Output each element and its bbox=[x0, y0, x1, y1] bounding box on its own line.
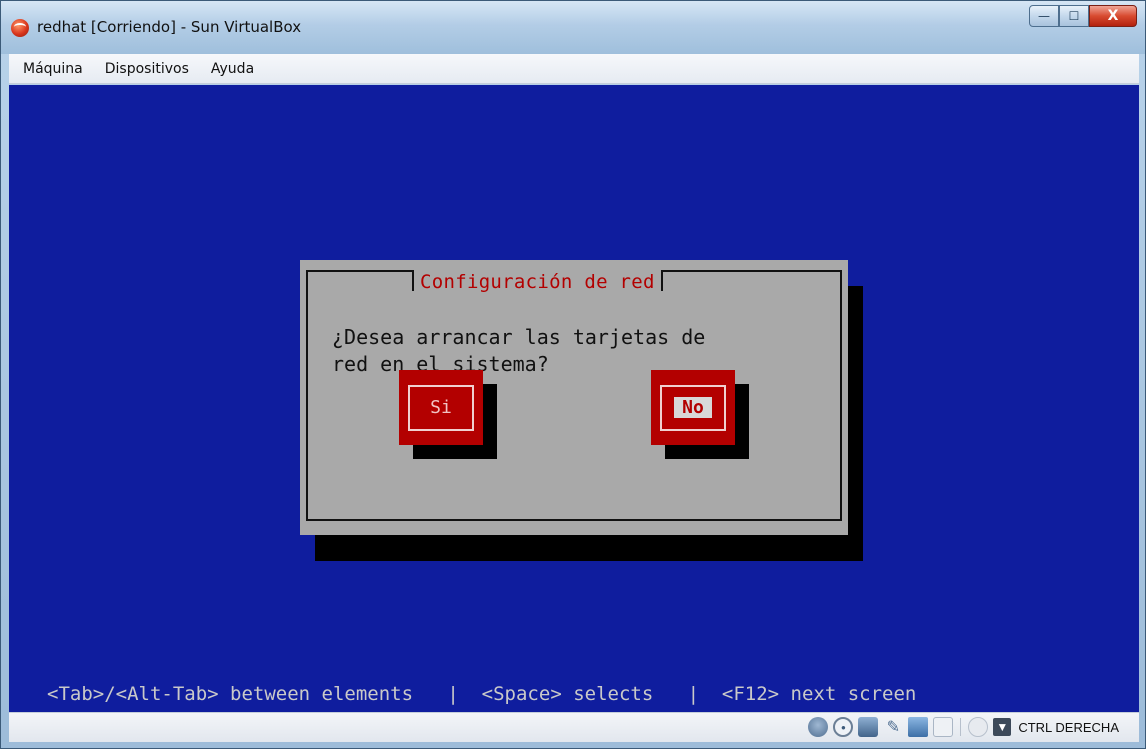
yes-button-label: Si bbox=[430, 397, 452, 418]
no-button[interactable]: No bbox=[651, 370, 735, 445]
guest-display[interactable]: Configuración de red ¿Desea arrancar las… bbox=[9, 85, 1139, 712]
dialog-frame: Configuración de red ¿Desea arrancar las… bbox=[306, 269, 842, 521]
status-bar: • ✎ ▼ CTRL DERECHA bbox=[9, 712, 1139, 742]
status-icons: • ✎ ▼ CTRL DERECHA bbox=[808, 717, 1119, 737]
window-title: redhat [Corriendo] - Sun VirtualBox bbox=[37, 18, 302, 36]
title-bar[interactable]: redhat [Corriendo] - Sun VirtualBox — ☐ … bbox=[1, 1, 1145, 54]
mouse-integration-icon[interactable] bbox=[968, 717, 989, 737]
menu-ayuda[interactable]: Ayuda bbox=[211, 61, 254, 77]
no-button-frame: No bbox=[660, 384, 726, 431]
virtualbox-app-icon bbox=[11, 19, 29, 37]
yes-button-frame: Si bbox=[408, 384, 474, 431]
shared-folder-icon[interactable] bbox=[908, 717, 929, 737]
minimize-button[interactable]: — bbox=[1029, 5, 1059, 27]
close-button[interactable]: X bbox=[1089, 5, 1137, 27]
hard-disk-icon[interactable] bbox=[808, 717, 829, 737]
menu-maquina[interactable]: Máquina bbox=[23, 61, 83, 77]
menu-bar: Máquina Dispositivos Ayuda bbox=[9, 54, 1139, 84]
window-controls: — ☐ X bbox=[1029, 5, 1137, 27]
dialog-title: Configuración de red bbox=[412, 269, 663, 295]
seamless-icon[interactable] bbox=[933, 717, 954, 737]
usb-icon[interactable]: ✎ bbox=[883, 717, 903, 737]
maximize-button[interactable]: ☐ bbox=[1059, 5, 1089, 27]
yes-button[interactable]: Si bbox=[399, 370, 483, 445]
optical-drive-icon[interactable]: • bbox=[833, 717, 854, 737]
help-line: <Tab>/<Alt-Tab> between elements | <Spac… bbox=[47, 683, 917, 705]
host-key-label: CTRL DERECHA bbox=[1018, 719, 1119, 735]
no-button-label: No bbox=[674, 397, 712, 418]
network-config-dialog: Configuración de red ¿Desea arrancar las… bbox=[300, 260, 848, 535]
network-icon[interactable] bbox=[858, 717, 879, 737]
virtualbox-window: redhat [Corriendo] - Sun VirtualBox — ☐ … bbox=[0, 0, 1146, 749]
menu-dispositivos[interactable]: Dispositivos bbox=[105, 61, 189, 77]
status-separator bbox=[960, 718, 962, 736]
host-key-icon: ▼ bbox=[993, 718, 1012, 736]
